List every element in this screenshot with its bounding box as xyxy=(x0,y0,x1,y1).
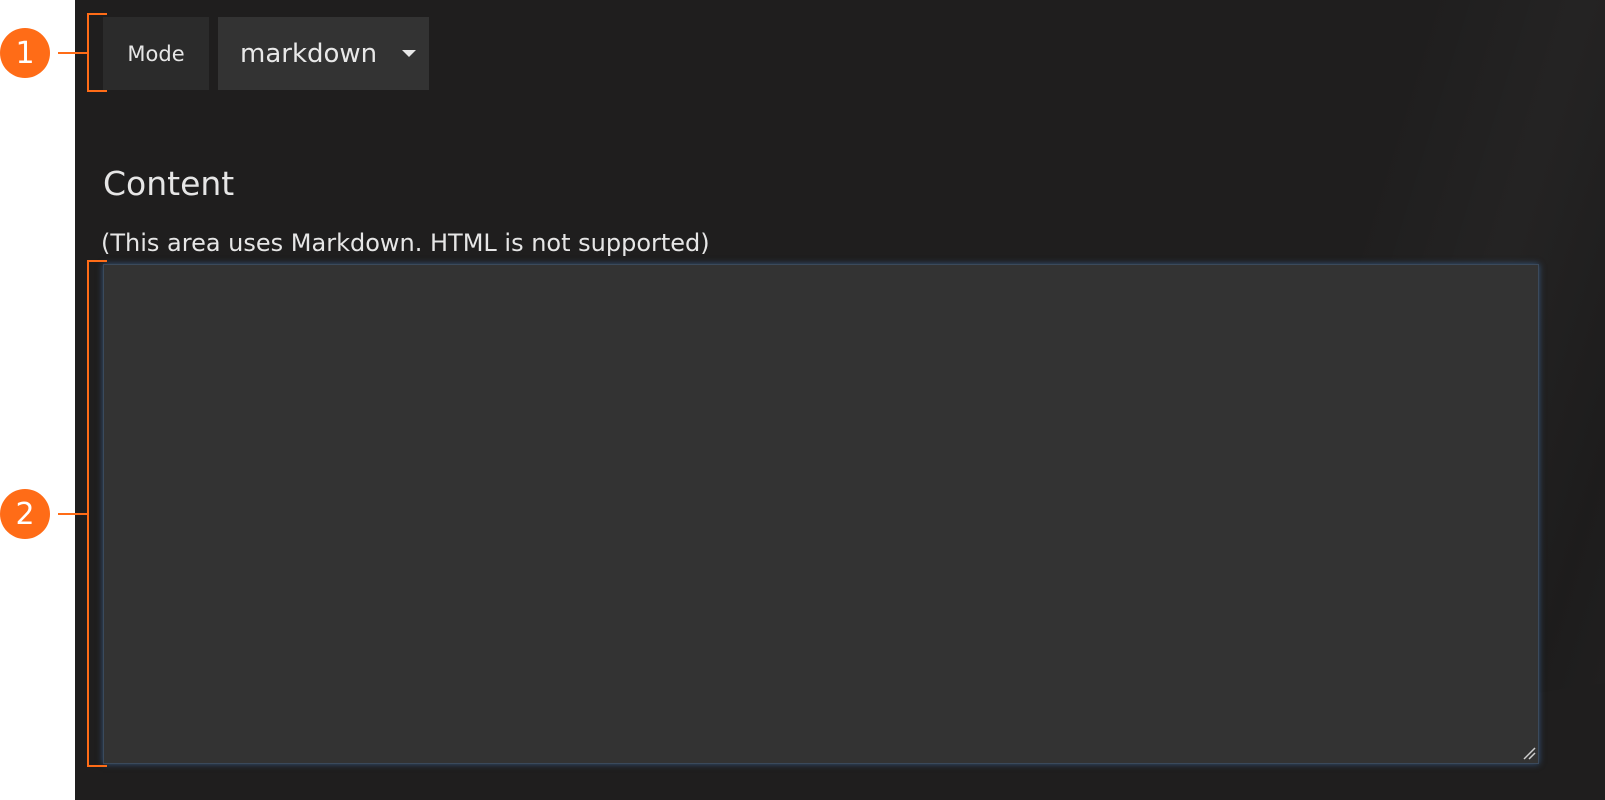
callout-bracket-1 xyxy=(87,13,107,92)
mode-row: Mode markdown xyxy=(103,17,429,90)
editor-panel: Mode markdown Content (This area uses Ma… xyxy=(75,0,1605,800)
mode-select-value: markdown xyxy=(240,38,378,69)
mode-label: Mode xyxy=(103,17,209,90)
callout-bracket-2 xyxy=(87,260,107,767)
page: Mode markdown Content (This area uses Ma… xyxy=(0,0,1605,800)
caret-down-icon xyxy=(402,50,416,57)
callout-leader-1 xyxy=(58,52,87,54)
content-title: Content xyxy=(103,164,235,203)
resize-handle-icon[interactable] xyxy=(1522,746,1536,760)
callout-leader-2 xyxy=(58,513,87,515)
content-textarea[interactable] xyxy=(103,264,1539,764)
callout-badge-2: 2 xyxy=(0,489,50,539)
content-hint: (This area uses Markdown. HTML is not su… xyxy=(101,229,710,257)
callout-badge-1: 1 xyxy=(0,28,50,78)
mode-select[interactable]: markdown xyxy=(218,17,429,90)
